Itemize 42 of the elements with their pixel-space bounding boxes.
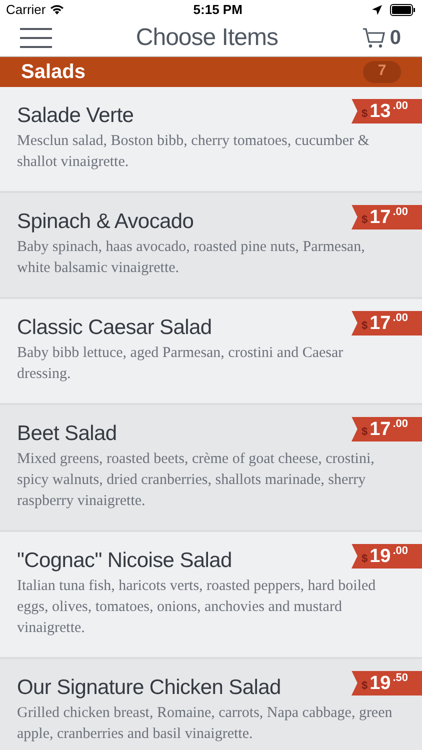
- currency-symbol: $: [361, 678, 368, 694]
- cart-icon: [362, 26, 386, 48]
- price-cents: .00: [392, 204, 408, 220]
- currency-symbol: $: [361, 106, 368, 122]
- currency-symbol: $: [361, 318, 368, 334]
- section-header[interactable]: Salads 7: [0, 56, 422, 86]
- menu-button[interactable]: [20, 28, 52, 48]
- section-title: Salads: [21, 60, 86, 84]
- item-description: Baby spinach, haas avocado, roasted pine nuts, Parmesan, white balsamic vinaigrette.: [17, 238, 366, 278]
- page-title: Choose Items: [136, 22, 278, 52]
- battery-icon: [390, 4, 416, 16]
- price: 19: [370, 672, 391, 696]
- price: 17: [370, 206, 391, 230]
- price: 17: [370, 312, 391, 336]
- item-description: Italian tuna fish, haricots verts, roasted peppers, hard boiled eggs, olives, tomatoes, onions, anchovies and mustard vinaigrette.: [17, 576, 377, 638]
- currency-symbol: $: [361, 424, 368, 440]
- price-cents: .00: [392, 310, 408, 326]
- currency-symbol: $: [361, 212, 368, 228]
- price-cents: .00: [392, 416, 408, 432]
- clock: 5:15 PM: [193, 1, 242, 19]
- item-description: Mesclun salad, Boston bibb, cherry tomatoes, cucumber & shallot vinaigrette.: [17, 132, 370, 172]
- price: 17: [370, 418, 391, 442]
- item-name: Our Signature Chicken Salad: [17, 674, 281, 700]
- location-arrow-icon: [372, 4, 382, 15]
- item-description: Mixed greens, roasted beets, crème of goat cheese, crostini, spicy walnuts, dried cranberries, shallots marinade, sherry raspberry vinaigrette.: [17, 450, 376, 510]
- currency-symbol: $: [361, 552, 368, 566]
- item-description: Grilled chicken breast, Romaine, carrots, Napa cabbage, green apple, cranberries and basil vinaigrette.: [17, 704, 394, 744]
- carrier-label: Carrier: [6, 1, 46, 19]
- item-name: Salade Verte: [17, 102, 134, 128]
- item-name: Classic Caesar Salad: [17, 314, 212, 340]
- item-name: "Cognac" Nicoise Salad: [17, 548, 232, 574]
- item-name: Beet Salad: [17, 420, 117, 446]
- price-cents: .00: [392, 544, 408, 558]
- wifi-icon: [50, 4, 64, 16]
- price: 13: [370, 100, 391, 124]
- price: 19: [370, 544, 391, 568]
- price-cents: .50: [392, 670, 408, 686]
- cart-button[interactable]: 0: [362, 22, 402, 52]
- item-count-badge: 7: [363, 60, 401, 82]
- item-name: Spinach & Avocado: [17, 208, 194, 234]
- price-cents: .00: [392, 98, 408, 114]
- item-description: Baby bibb lettuce, aged Parmesan, crostini and Caesar dressing.: [17, 344, 344, 384]
